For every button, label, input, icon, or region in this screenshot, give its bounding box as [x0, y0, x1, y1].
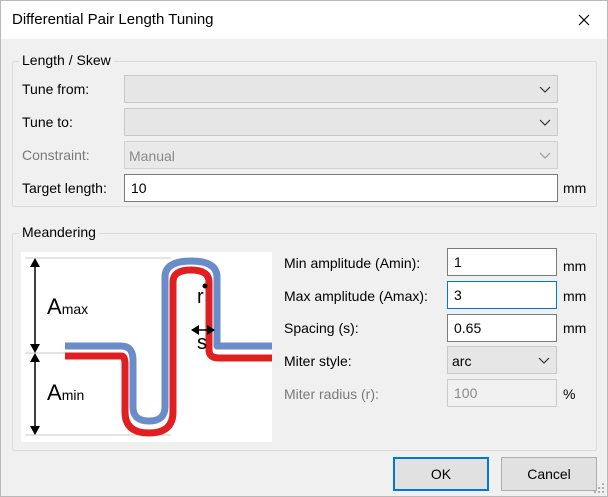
- tune-from-select[interactable]: [124, 75, 558, 103]
- meander-diagram: Amax Amin r s: [21, 252, 272, 442]
- amin-label: Amin: [47, 380, 84, 406]
- miter-style-label: Miter style:: [284, 353, 352, 369]
- target-length-unit: mm: [563, 180, 587, 196]
- ok-button[interactable]: OK: [393, 457, 489, 491]
- radius-label: r: [197, 286, 204, 308]
- spacing-label: Spacing (s):: [284, 320, 359, 336]
- window-title: Differential Pair Length Tuning: [12, 11, 214, 28]
- amax-arrow-top: [30, 258, 40, 267]
- min-amplitude-unit: mm: [563, 258, 587, 274]
- dialog-window: Differential Pair Length Tuning Length /…: [0, 0, 608, 497]
- miter-style-value: arc: [452, 353, 472, 369]
- miter-radius-input: 100: [447, 379, 557, 407]
- min-amplitude-input[interactable]: 1: [447, 248, 557, 276]
- tune-from-label: Tune from:: [22, 81, 90, 97]
- amin-label-main: A: [47, 380, 62, 405]
- amax-arrow-bottom: [30, 344, 40, 353]
- length-skew-group-title: Length / Skew: [19, 52, 114, 68]
- spacing-diagram-label: s: [197, 332, 207, 354]
- constraint-select: Manual: [124, 141, 558, 169]
- cancel-button[interactable]: Cancel: [501, 457, 597, 491]
- target-length-input[interactable]: 10: [124, 174, 558, 202]
- miter-style-select[interactable]: arc: [447, 346, 557, 374]
- close-icon: [578, 14, 590, 26]
- amax-label-main: A: [47, 294, 62, 319]
- constraint-value: Manual: [129, 148, 175, 164]
- max-amplitude-input[interactable]: 3: [447, 281, 557, 309]
- close-button[interactable]: [561, 1, 607, 39]
- chevron-down-icon: [539, 119, 551, 126]
- tune-to-select[interactable]: [124, 108, 558, 136]
- amin-label-sub: min: [61, 387, 85, 403]
- miter-radius-label: Miter radius (r):: [284, 386, 379, 402]
- target-length-label: Target length:: [22, 180, 107, 196]
- constraint-label: Constraint:: [22, 147, 90, 163]
- spacing-unit: mm: [563, 320, 587, 336]
- amax-label-sub: max: [61, 301, 89, 317]
- amin-arrow-bottom: [30, 426, 40, 435]
- blue-trace: [65, 257, 272, 425]
- miter-radius-unit: %: [563, 386, 576, 402]
- max-amplitude-label: Max amplitude (Amax):: [284, 288, 428, 304]
- title-bar[interactable]: Differential Pair Length Tuning: [1, 1, 607, 39]
- spacing-input[interactable]: 0.65: [447, 314, 557, 342]
- min-amplitude-label: Min amplitude (Amin):: [284, 255, 421, 271]
- amax-label: Amax: [47, 294, 88, 320]
- amin-arrow-top: [30, 353, 40, 362]
- tune-to-label: Tune to:: [22, 114, 73, 130]
- chevron-down-icon: [538, 357, 550, 364]
- meander-diagram-svg: [25, 257, 272, 437]
- max-amplitude-unit: mm: [563, 288, 587, 304]
- chevron-down-icon: [539, 86, 551, 93]
- resize-grip-icon[interactable]: [593, 482, 605, 494]
- meandering-group-title: Meandering: [19, 224, 99, 240]
- chevron-down-icon: [539, 152, 551, 159]
